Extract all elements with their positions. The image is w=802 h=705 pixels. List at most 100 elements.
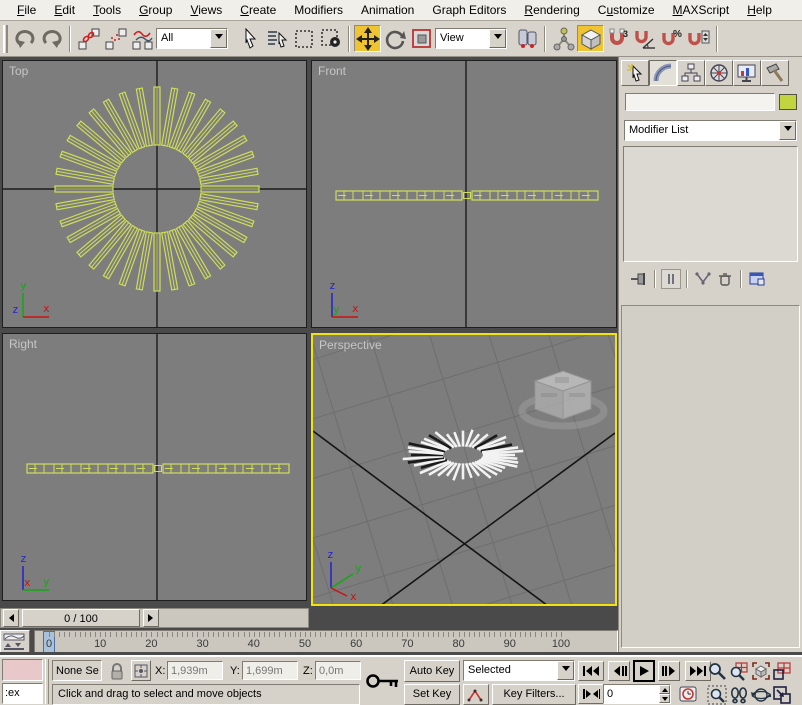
zoom-extents-all-icon[interactable]	[771, 660, 792, 681]
y-coord-field[interactable]	[242, 661, 298, 680]
viewport-top[interactable]: Top y x z	[2, 60, 307, 328]
undo-icon[interactable]	[11, 25, 38, 52]
make-unique-icon[interactable]	[693, 269, 713, 289]
tab-create[interactable]	[621, 60, 649, 86]
go-to-start-icon[interactable]	[578, 661, 604, 681]
pin-stack-icon[interactable]	[629, 269, 649, 289]
snap-toggle-3d-icon[interactable]	[577, 25, 604, 52]
region-zoom-icon[interactable]	[706, 684, 727, 705]
menu-modifiers[interactable]: Modifiers	[285, 0, 352, 20]
viewport-front-label[interactable]: Front	[318, 64, 346, 78]
window-crossing-toggle-icon[interactable]	[317, 25, 344, 52]
menu-group[interactable]: Group	[130, 0, 181, 20]
zoom-icon[interactable]	[706, 660, 727, 681]
menu-create[interactable]: Create	[231, 0, 285, 20]
key-mode-toggle-icon[interactable]	[578, 684, 604, 704]
percent-snap-toggle-icon[interactable]: %	[658, 25, 685, 52]
selection-filter-dropdown[interactable]: All	[156, 28, 228, 49]
tab-display[interactable]	[733, 60, 761, 86]
modifier-list-dropdown[interactable]: Modifier List	[624, 120, 797, 141]
viewport-front[interactable]: Front z x y	[311, 60, 617, 328]
spinner-up-icon[interactable]	[659, 685, 670, 694]
select-and-move-icon[interactable]	[354, 25, 381, 52]
show-end-result-icon[interactable]	[661, 269, 681, 289]
tab-utilities[interactable]	[761, 60, 789, 86]
menu-graph-editors[interactable]: Graph Editors	[423, 0, 515, 20]
menu-help[interactable]: Help	[738, 0, 781, 20]
select-and-manipulate-icon[interactable]	[550, 25, 577, 52]
set-key-button[interactable]: Set Key	[404, 684, 460, 705]
time-ruler[interactable]: 0102030405060708090100	[34, 630, 618, 653]
select-and-rotate-icon[interactable]	[381, 25, 408, 52]
dropdown-arrow-icon[interactable]	[779, 121, 796, 140]
menu-tools[interactable]: Tools	[84, 0, 130, 20]
selection-lock-icon[interactable]	[107, 661, 127, 681]
previous-frame-icon[interactable]	[608, 661, 630, 681]
default-in-out-tangents-icon[interactable]	[463, 684, 489, 705]
absolute-offset-mode-icon[interactable]	[131, 660, 151, 681]
use-pivot-point-center-icon[interactable]	[513, 25, 540, 52]
snap-toggle-icon[interactable]: 3	[604, 25, 631, 52]
spinner-snap-toggle-icon[interactable]	[685, 25, 712, 52]
remove-modifier-icon[interactable]	[715, 269, 735, 289]
angle-snap-toggle-icon[interactable]	[631, 25, 658, 52]
maxscript-macro-recorder[interactable]	[2, 659, 43, 681]
tab-hierarchy[interactable]	[677, 60, 705, 86]
rollout-area[interactable]	[621, 305, 800, 648]
ruler-tick	[397, 632, 398, 637]
menu-rendering[interactable]: Rendering	[515, 0, 588, 20]
min-max-toggle-icon[interactable]	[771, 684, 792, 705]
toolbar-drag-handle[interactable]	[3, 25, 8, 53]
time-slider-handle[interactable]: 0 / 100	[22, 609, 140, 627]
viewport-perspective[interactable]: Perspective z y x	[311, 333, 617, 606]
listener-splitter[interactable]	[45, 659, 49, 704]
menu-views[interactable]: Views	[181, 0, 231, 20]
arc-rotate-icon[interactable]	[750, 684, 771, 705]
key-filters-button[interactable]: Key Filters...	[492, 684, 576, 705]
time-configuration-icon[interactable]	[679, 685, 699, 704]
tab-motion[interactable]	[705, 60, 733, 86]
select-object-icon[interactable]	[236, 25, 263, 52]
menu-maxscript[interactable]: MAXScript	[664, 0, 739, 20]
select-and-uniform-scale-icon[interactable]	[408, 25, 435, 52]
object-color-swatch[interactable]	[779, 94, 797, 110]
redo-icon[interactable]	[38, 25, 65, 52]
viewport-perspective-label[interactable]: Perspective	[319, 338, 382, 352]
unlink-selection-icon[interactable]	[102, 25, 129, 52]
bind-to-space-warp-icon[interactable]	[129, 25, 156, 52]
current-frame-input[interactable]	[604, 685, 659, 703]
auto-key-button[interactable]: Auto Key	[404, 660, 460, 682]
dropdown-arrow-icon[interactable]	[210, 29, 227, 48]
set-keys-icon[interactable]	[364, 664, 402, 698]
configure-modifier-sets-icon[interactable]	[747, 269, 767, 289]
spinner-down-icon[interactable]	[659, 694, 670, 703]
tab-modify[interactable]	[649, 60, 677, 86]
next-frame-icon[interactable]	[658, 661, 680, 681]
viewport-top-label[interactable]: Top	[9, 64, 28, 78]
select-by-name-icon[interactable]	[263, 25, 290, 52]
reference-coordinate-dropdown[interactable]: View	[435, 28, 507, 49]
menu-edit[interactable]: Edit	[45, 0, 84, 20]
zoom-extents-icon[interactable]	[750, 660, 771, 681]
maxscript-mini-listener[interactable]: :ex	[2, 683, 43, 704]
object-name-field[interactable]	[625, 93, 775, 111]
select-and-link-icon[interactable]	[75, 25, 102, 52]
rectangular-selection-region-icon[interactable]	[290, 25, 317, 52]
play-animation-icon[interactable]	[633, 660, 655, 682]
dropdown-arrow-icon[interactable]	[557, 661, 574, 680]
menu-file[interactable]: File	[8, 0, 45, 20]
time-slider-next-arrow[interactable]	[143, 609, 159, 627]
z-coord-field[interactable]	[315, 661, 361, 680]
open-mini-curve-editor-button[interactable]	[0, 630, 30, 653]
viewport-right[interactable]: Right z y x	[2, 333, 307, 601]
time-slider-prev-arrow[interactable]	[3, 609, 19, 627]
menu-customize[interactable]: Customize	[589, 0, 664, 20]
viewport-right-label[interactable]: Right	[9, 337, 37, 351]
modifier-stack-list[interactable]	[623, 146, 798, 262]
menu-animation[interactable]: Animation	[352, 0, 423, 20]
key-selection-dropdown[interactable]: Selected	[463, 660, 575, 681]
dropdown-arrow-icon[interactable]	[489, 29, 506, 48]
pan-view-icon[interactable]	[728, 684, 749, 705]
x-coord-field[interactable]	[167, 661, 223, 680]
zoom-all-icon[interactable]	[728, 660, 749, 681]
